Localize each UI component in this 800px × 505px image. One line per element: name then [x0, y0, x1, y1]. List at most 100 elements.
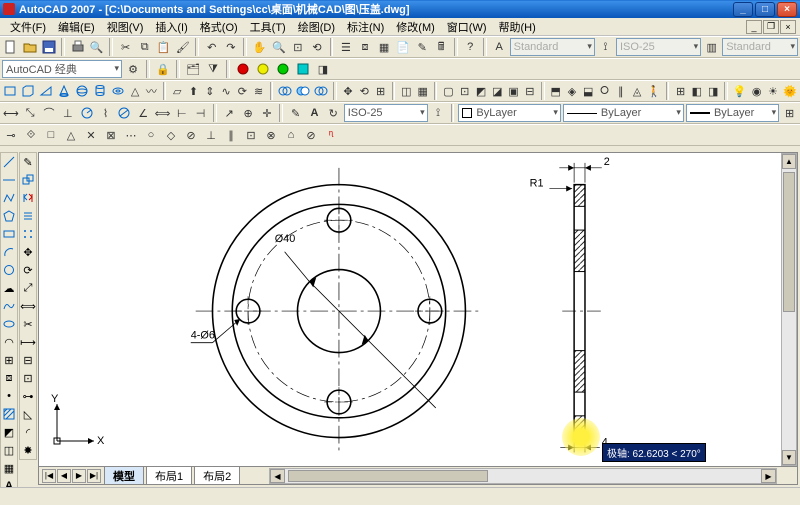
offset-icon[interactable] — [20, 208, 36, 224]
mirror-icon[interactable] — [20, 190, 36, 206]
tab-model[interactable]: 模型 — [104, 466, 144, 486]
osnap-ins-icon[interactable]: ⊡ — [242, 126, 260, 144]
print-icon[interactable] — [69, 38, 86, 56]
zoom-prev-icon[interactable]: ⟲ — [308, 38, 325, 56]
ucs-face-icon[interactable]: ◧ — [690, 82, 704, 100]
tab-first-icon[interactable]: |◀ — [42, 469, 56, 483]
erase-icon[interactable]: ✎ — [20, 154, 36, 170]
dim-arc-icon[interactable]: ⌒ — [41, 104, 58, 122]
menu-modify[interactable]: 修改(M) — [390, 18, 441, 36]
revolve-icon[interactable]: ⟳ — [235, 82, 249, 100]
osnap-int-icon[interactable]: ✕ — [82, 126, 100, 144]
menu-dim[interactable]: 标注(N) — [341, 18, 390, 36]
light-icon[interactable]: 💡 — [732, 82, 748, 100]
osnap-near-icon[interactable]: ⌂ — [282, 126, 300, 144]
sphere-icon[interactable] — [74, 82, 90, 100]
break-icon[interactable]: ⊟ — [20, 352, 36, 368]
view-parallel-icon[interactable]: ∥ — [614, 82, 628, 100]
dim-jog-icon[interactable]: ⌇ — [97, 104, 114, 122]
scroll-left-icon[interactable]: ◀ — [270, 469, 285, 483]
mdi-restore-button[interactable]: ❐ — [763, 20, 779, 34]
scroll-down-icon[interactable]: ▼ — [782, 450, 796, 465]
extend-icon[interactable]: ⟼ — [20, 334, 36, 350]
xline-icon[interactable] — [1, 172, 17, 188]
revcloud-icon[interactable]: ☁ — [1, 280, 17, 296]
view-persp-icon[interactable]: ◬ — [630, 82, 644, 100]
scroll-right-icon[interactable]: ▶ — [761, 469, 776, 483]
ucs-3p-icon[interactable]: ◨ — [706, 82, 720, 100]
copy-icon[interactable]: ⧉ — [136, 38, 153, 56]
bylayer-lineweight-combo[interactable]: ByLayer — [686, 104, 779, 122]
flatshot-icon[interactable]: ▦ — [416, 82, 430, 100]
dimstyle-icon[interactable]: ⟟ — [597, 38, 614, 56]
ws-settings-icon[interactable]: ⚙ — [124, 60, 142, 78]
osnap-temp-icon[interactable]: ⊸ — [2, 126, 20, 144]
dimupdate-icon[interactable]: ↻ — [325, 104, 342, 122]
walk-icon[interactable]: 🚶 — [646, 82, 662, 100]
vertical-scrollbar[interactable]: ▲ ▼ — [781, 153, 797, 466]
menu-file[interactable]: 文件(F) — [4, 18, 52, 36]
fillet-icon[interactable]: ◜ — [20, 424, 36, 440]
undo-icon[interactable]: ↶ — [203, 38, 220, 56]
bylayer-color-combo[interactable]: ByLayer — [458, 104, 561, 122]
cut-icon[interactable]: ✂ — [117, 38, 134, 56]
orbit-icon[interactable]: ⭘ — [597, 82, 611, 100]
pline-icon[interactable] — [1, 190, 17, 206]
cone-icon[interactable] — [56, 82, 72, 100]
explode-icon[interactable]: ✸ — [20, 442, 36, 458]
torus-icon[interactable] — [110, 82, 126, 100]
mdi-close-button[interactable]: × — [780, 20, 796, 34]
spline-icon[interactable] — [1, 298, 17, 314]
cylinder-icon[interactable] — [92, 82, 108, 100]
color-cyan-swatch[interactable] — [294, 60, 312, 78]
line-icon[interactable] — [1, 154, 17, 170]
circle-icon[interactable] — [1, 262, 17, 278]
new-icon[interactable] — [2, 38, 19, 56]
drawing-canvas[interactable]: Ø40 4-Ø6 — [38, 152, 798, 485]
color-red-swatch[interactable] — [234, 60, 252, 78]
dim-angular-icon[interactable]: ∠ — [135, 104, 152, 122]
sun-icon[interactable]: 🌞 — [782, 82, 798, 100]
trim-icon[interactable]: ✂ — [20, 316, 36, 332]
point-icon[interactable]: • — [1, 388, 17, 404]
osnap-node-icon[interactable]: ⊗ — [262, 126, 280, 144]
chamfer-icon[interactable]: ◺ — [20, 406, 36, 422]
tab-next-icon[interactable]: ▶ — [72, 469, 86, 483]
stretch-icon[interactable]: ⟺ — [20, 298, 36, 314]
calc-icon[interactable]: 🖩 — [433, 38, 450, 56]
match-prop-icon[interactable]: 🖌 — [174, 38, 191, 56]
textstyle-icon[interactable]: A — [491, 38, 508, 56]
intersect-icon[interactable] — [313, 82, 329, 100]
block-insert-icon[interactable]: ⊞ — [1, 352, 17, 368]
ucs-world-icon[interactable]: ⊞ — [673, 82, 687, 100]
osnap-settings-icon[interactable]: ᶯ — [322, 126, 340, 144]
render-icon[interactable]: ☀ — [766, 82, 780, 100]
tolerance-icon[interactable]: ⊕ — [240, 104, 257, 122]
center-icon[interactable]: ✛ — [259, 104, 276, 122]
dimtedit-icon[interactable]: A — [306, 104, 323, 122]
osnap-center-icon[interactable]: ○ — [142, 126, 160, 144]
close-button[interactable]: × — [777, 2, 797, 17]
maximize-button[interactable]: □ — [755, 2, 775, 17]
dim-baseline-icon[interactable]: ⊢ — [173, 104, 190, 122]
dim-diameter-icon[interactable] — [116, 104, 133, 122]
hscroll-thumb[interactable] — [288, 470, 488, 482]
menu-help[interactable]: 帮助(H) — [493, 18, 542, 36]
preview-icon[interactable]: 🔍 — [88, 38, 105, 56]
view-top-icon[interactable]: ⬒ — [549, 82, 563, 100]
osnap-end-icon[interactable]: □ — [42, 126, 60, 144]
dim-ord-icon[interactable]: ⊥ — [59, 104, 76, 122]
osnap-ext-icon[interactable]: ⋯ — [122, 126, 140, 144]
join-icon[interactable]: ⊶ — [20, 388, 36, 404]
scale-icon[interactable]: ⤢ — [20, 280, 36, 296]
workspace-combo[interactable]: AutoCAD 经典 — [2, 60, 122, 78]
qleader-icon[interactable]: ↗ — [221, 104, 238, 122]
material-icon[interactable]: ◉ — [750, 82, 764, 100]
ssm-icon[interactable]: 📄 — [395, 38, 412, 56]
paste-icon[interactable]: 📋 — [155, 38, 172, 56]
osnap-tan-icon[interactable]: ⊘ — [182, 126, 200, 144]
horizontal-scrollbar[interactable]: ◀ ▶ — [269, 468, 777, 484]
tab-layout1[interactable]: 布局1 — [146, 466, 192, 486]
markup-icon[interactable]: ✎ — [414, 38, 431, 56]
vs-wire-icon[interactable]: ⊡ — [458, 82, 472, 100]
